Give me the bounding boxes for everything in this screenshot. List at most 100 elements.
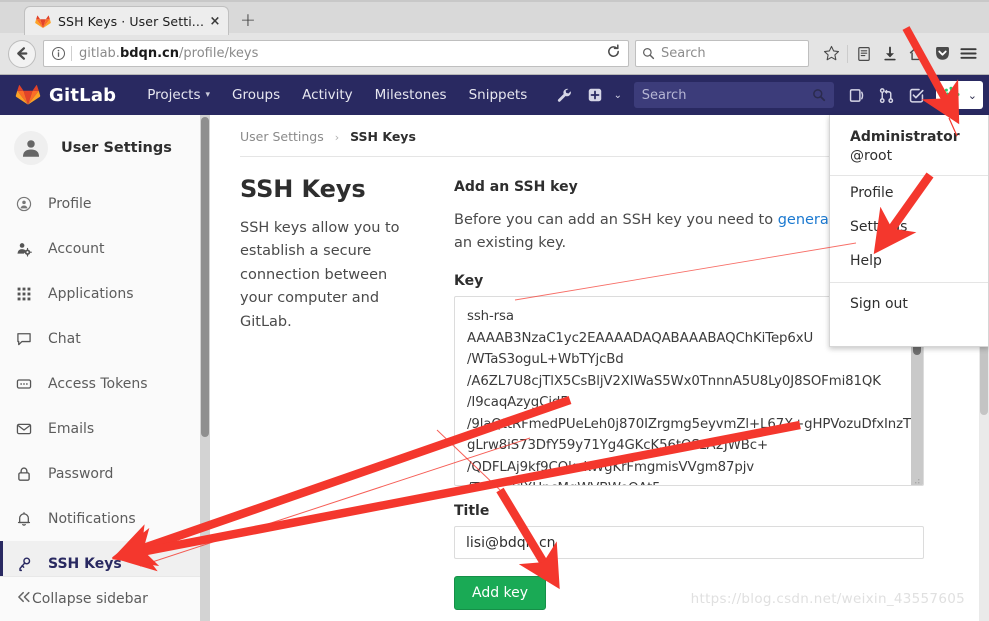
user-dropdown-handle: @root [850, 148, 893, 164]
search-icon [812, 89, 825, 102]
key-icon [16, 556, 36, 572]
browser-search-input[interactable]: Search [635, 40, 809, 67]
page-title: SSH Keys [240, 175, 366, 203]
chat-bubble-icon [16, 331, 36, 347]
browser-chrome: SSH Keys · User Setti... × + gitlab.bdqn… [0, 0, 989, 75]
chevron-down-icon: ⌄ [967, 88, 977, 102]
resize-grip-icon[interactable] [911, 473, 921, 484]
user-avatar-icon [14, 131, 48, 165]
gitlab-brand-text: GitLab [49, 84, 117, 106]
gitlab-fox-icon [35, 13, 51, 29]
sidebar-item-label: Access Tokens [48, 375, 148, 392]
nav-item-milestones[interactable]: Milestones [364, 75, 458, 115]
plus-square-icon[interactable] [580, 75, 610, 115]
search-icon [643, 48, 655, 60]
back-arrow-icon[interactable] [8, 39, 36, 68]
user-menu-signout[interactable]: Sign out [830, 287, 988, 321]
nav-item-snippets[interactable]: Snippets [458, 75, 539, 115]
envelope-icon [16, 421, 36, 437]
browser-tabstrip: SSH Keys · User Setti... × + [0, 0, 989, 35]
url-divider [71, 46, 72, 61]
page-description: SSH keys allow you to establish a secure… [240, 220, 400, 330]
sidebar-item-label: Applications [48, 285, 134, 302]
pocket-icon[interactable] [929, 41, 955, 67]
sidebar-scrollbar-thumb[interactable] [201, 117, 209, 437]
breadcrumb-separator: › [334, 131, 340, 144]
ssh-keys-info-column: SSH Keys SSH keys allow you to establish… [240, 175, 454, 610]
sidebar-item-applications[interactable]: Applications [0, 271, 209, 316]
breadcrumb-parent[interactable]: User Settings [240, 129, 324, 144]
lock-icon [16, 466, 36, 482]
reload-icon[interactable] [602, 44, 624, 63]
user-dropdown-header: Administrator @root [830, 115, 988, 176]
watermark-text: https://blog.csdn.net/weixin_43557605 [690, 591, 965, 607]
url-bar[interactable]: gitlab.bdqn.cn/profile/keys [43, 40, 629, 67]
sidebar-item-label: Password [48, 465, 114, 482]
home-icon[interactable] [903, 41, 929, 67]
todos-check-icon[interactable] [902, 75, 932, 115]
plus-chevron-down-icon[interactable]: ⌄ [610, 75, 626, 115]
sidebar-item-emails[interactable]: Emails [0, 406, 209, 451]
sidebar-item-label: Notifications [48, 510, 136, 527]
hint-text-lead: Before you can add an SSH key you need t… [454, 212, 778, 228]
gitlab-fox-logo-icon [15, 81, 41, 110]
breadcrumb-current: SSH Keys [350, 129, 416, 144]
sidebar-scrollbar[interactable] [200, 115, 210, 621]
browser-tab-title: SSH Keys · User Setti... [58, 13, 205, 29]
url-text: gitlab.bdqn.cn/profile/keys [79, 46, 259, 61]
sidebar-item-profile[interactable]: Profile [0, 181, 209, 226]
sidebar-item-label: Chat [48, 330, 81, 347]
sidebar-item-label: Profile [48, 195, 92, 212]
wrench-icon[interactable] [550, 75, 580, 115]
close-icon[interactable]: × [208, 15, 222, 28]
title-input[interactable]: lisi@bdqn.cn [454, 526, 924, 560]
collapse-sidebar-button[interactable]: Collapse sidebar [0, 576, 209, 621]
sidebar-item-label: Emails [48, 420, 95, 437]
gitlab-avatar-button[interactable]: ⌄ [935, 81, 983, 109]
avatar [939, 84, 962, 106]
user-menu-help[interactable]: Help [830, 244, 988, 278]
sidebar-item-label: SSH Keys [48, 555, 122, 572]
title-field-label: Title [454, 503, 490, 520]
browser-toolbar: gitlab.bdqn.cn/profile/keys Search [0, 33, 989, 74]
info-icon[interactable] [51, 46, 66, 61]
library-icon[interactable] [851, 41, 877, 67]
double-chevron-left-icon [16, 589, 32, 609]
settings-sidebar: User Settings Profile Account Applicatio… [0, 115, 210, 621]
nav-item-groups[interactable]: Groups [221, 75, 291, 115]
user-dropdown-menu: Administrator @root Profile Settings Hel… [829, 115, 989, 347]
browser-tab[interactable]: SSH Keys · User Setti... × [24, 6, 229, 35]
sidebar-item-label: Account [48, 240, 105, 257]
sidebar-item-access-tokens[interactable]: Access Tokens [0, 361, 209, 406]
grid-apps-icon [16, 286, 36, 302]
add-key-button[interactable]: Add key [454, 576, 547, 611]
issues-icon[interactable] [842, 75, 872, 115]
user-menu-settings[interactable]: Settings [830, 210, 988, 244]
browser-search-placeholder: Search [661, 46, 706, 61]
gitlab-search-placeholder: Search [641, 87, 687, 103]
token-icon [16, 376, 36, 392]
gitlab-logo[interactable]: GitLab [15, 81, 116, 110]
nav-item-projects[interactable]: Projects ▾ [136, 75, 221, 115]
hamburger-menu-icon[interactable] [955, 41, 981, 67]
sidebar-title: User Settings [61, 140, 172, 156]
new-tab-button[interactable]: + [238, 11, 258, 31]
user-dropdown-name: Administrator [850, 129, 960, 145]
account-gear-icon [16, 241, 36, 257]
collapse-sidebar-label: Collapse sidebar [32, 591, 148, 607]
bookmark-star-icon[interactable] [818, 41, 844, 67]
nav-item-projects-label: Projects [147, 87, 201, 103]
menu-divider [830, 282, 988, 283]
sidebar-item-account[interactable]: Account [0, 226, 209, 271]
sidebar-header: User Settings [0, 115, 209, 181]
sidebar-item-chat[interactable]: Chat [0, 316, 209, 361]
gitlab-search-input[interactable]: Search [633, 82, 834, 108]
download-icon[interactable] [877, 41, 903, 67]
screenshot-root: SSH Keys · User Setti... × + gitlab.bdqn… [0, 0, 989, 621]
merge-request-icon[interactable] [872, 75, 902, 115]
nav-item-activity[interactable]: Activity [291, 75, 364, 115]
gitlab-navbar-right: ⌄ Search ⌄ [550, 75, 989, 115]
sidebar-item-password[interactable]: Password [0, 451, 209, 496]
sidebar-item-notifications[interactable]: Notifications [0, 496, 209, 541]
user-menu-profile[interactable]: Profile [830, 176, 988, 210]
